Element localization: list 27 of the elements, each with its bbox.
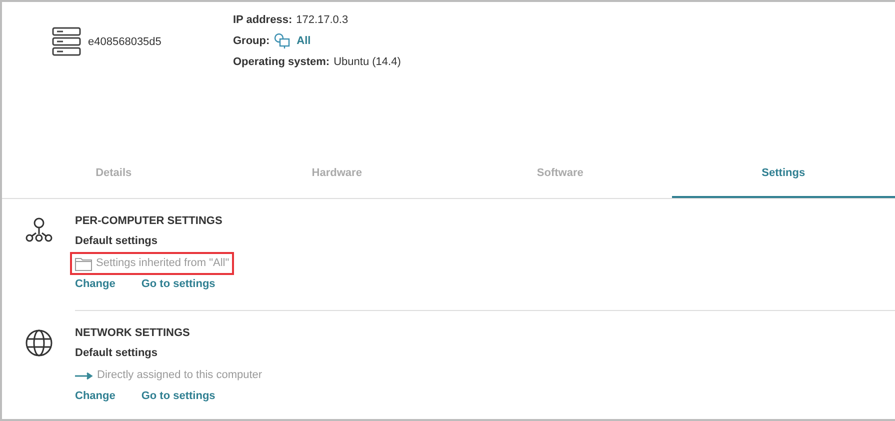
- info-value: 172.17.0.3: [296, 12, 348, 28]
- info-label: IP address:: [233, 12, 292, 28]
- computer-group-icon: [274, 33, 290, 49]
- folder-icon: [75, 256, 92, 270]
- arrow-right-icon: [75, 372, 93, 380]
- server-icon: [52, 27, 82, 57]
- section-title: PER-COMPUTER SETTINGS: [75, 214, 224, 229]
- info-value: Ubuntu (14.4): [334, 54, 401, 70]
- settings-link[interactable]: Go to settings: [141, 388, 216, 404]
- source-text: Directly assigned to this computer: [97, 368, 262, 384]
- settings-link[interactable]: Change: [75, 388, 116, 404]
- tab[interactable]: Hardware: [225, 154, 448, 198]
- section-subtitle: Default settings: [75, 234, 159, 249]
- tab[interactable]: Settings: [672, 154, 895, 198]
- hierarchy-icon: [24, 217, 52, 243]
- tab[interactable]: Software: [448, 154, 672, 198]
- device-name: e408568035d5: [88, 34, 162, 50]
- source-text: Settings inherited from "All": [96, 256, 230, 272]
- info-label: Group:: [233, 34, 270, 49]
- tab[interactable]: Details: [2, 154, 226, 198]
- info-label: Operating system:: [233, 54, 330, 70]
- globe-icon: [24, 329, 52, 357]
- settings-link[interactable]: Go to settings: [141, 276, 216, 292]
- section-title: NETWORK SETTINGS: [75, 326, 191, 341]
- section-subtitle: Default settings: [75, 346, 159, 361]
- group-link[interactable]: All: [296, 32, 311, 50]
- settings-link[interactable]: Change: [75, 276, 116, 292]
